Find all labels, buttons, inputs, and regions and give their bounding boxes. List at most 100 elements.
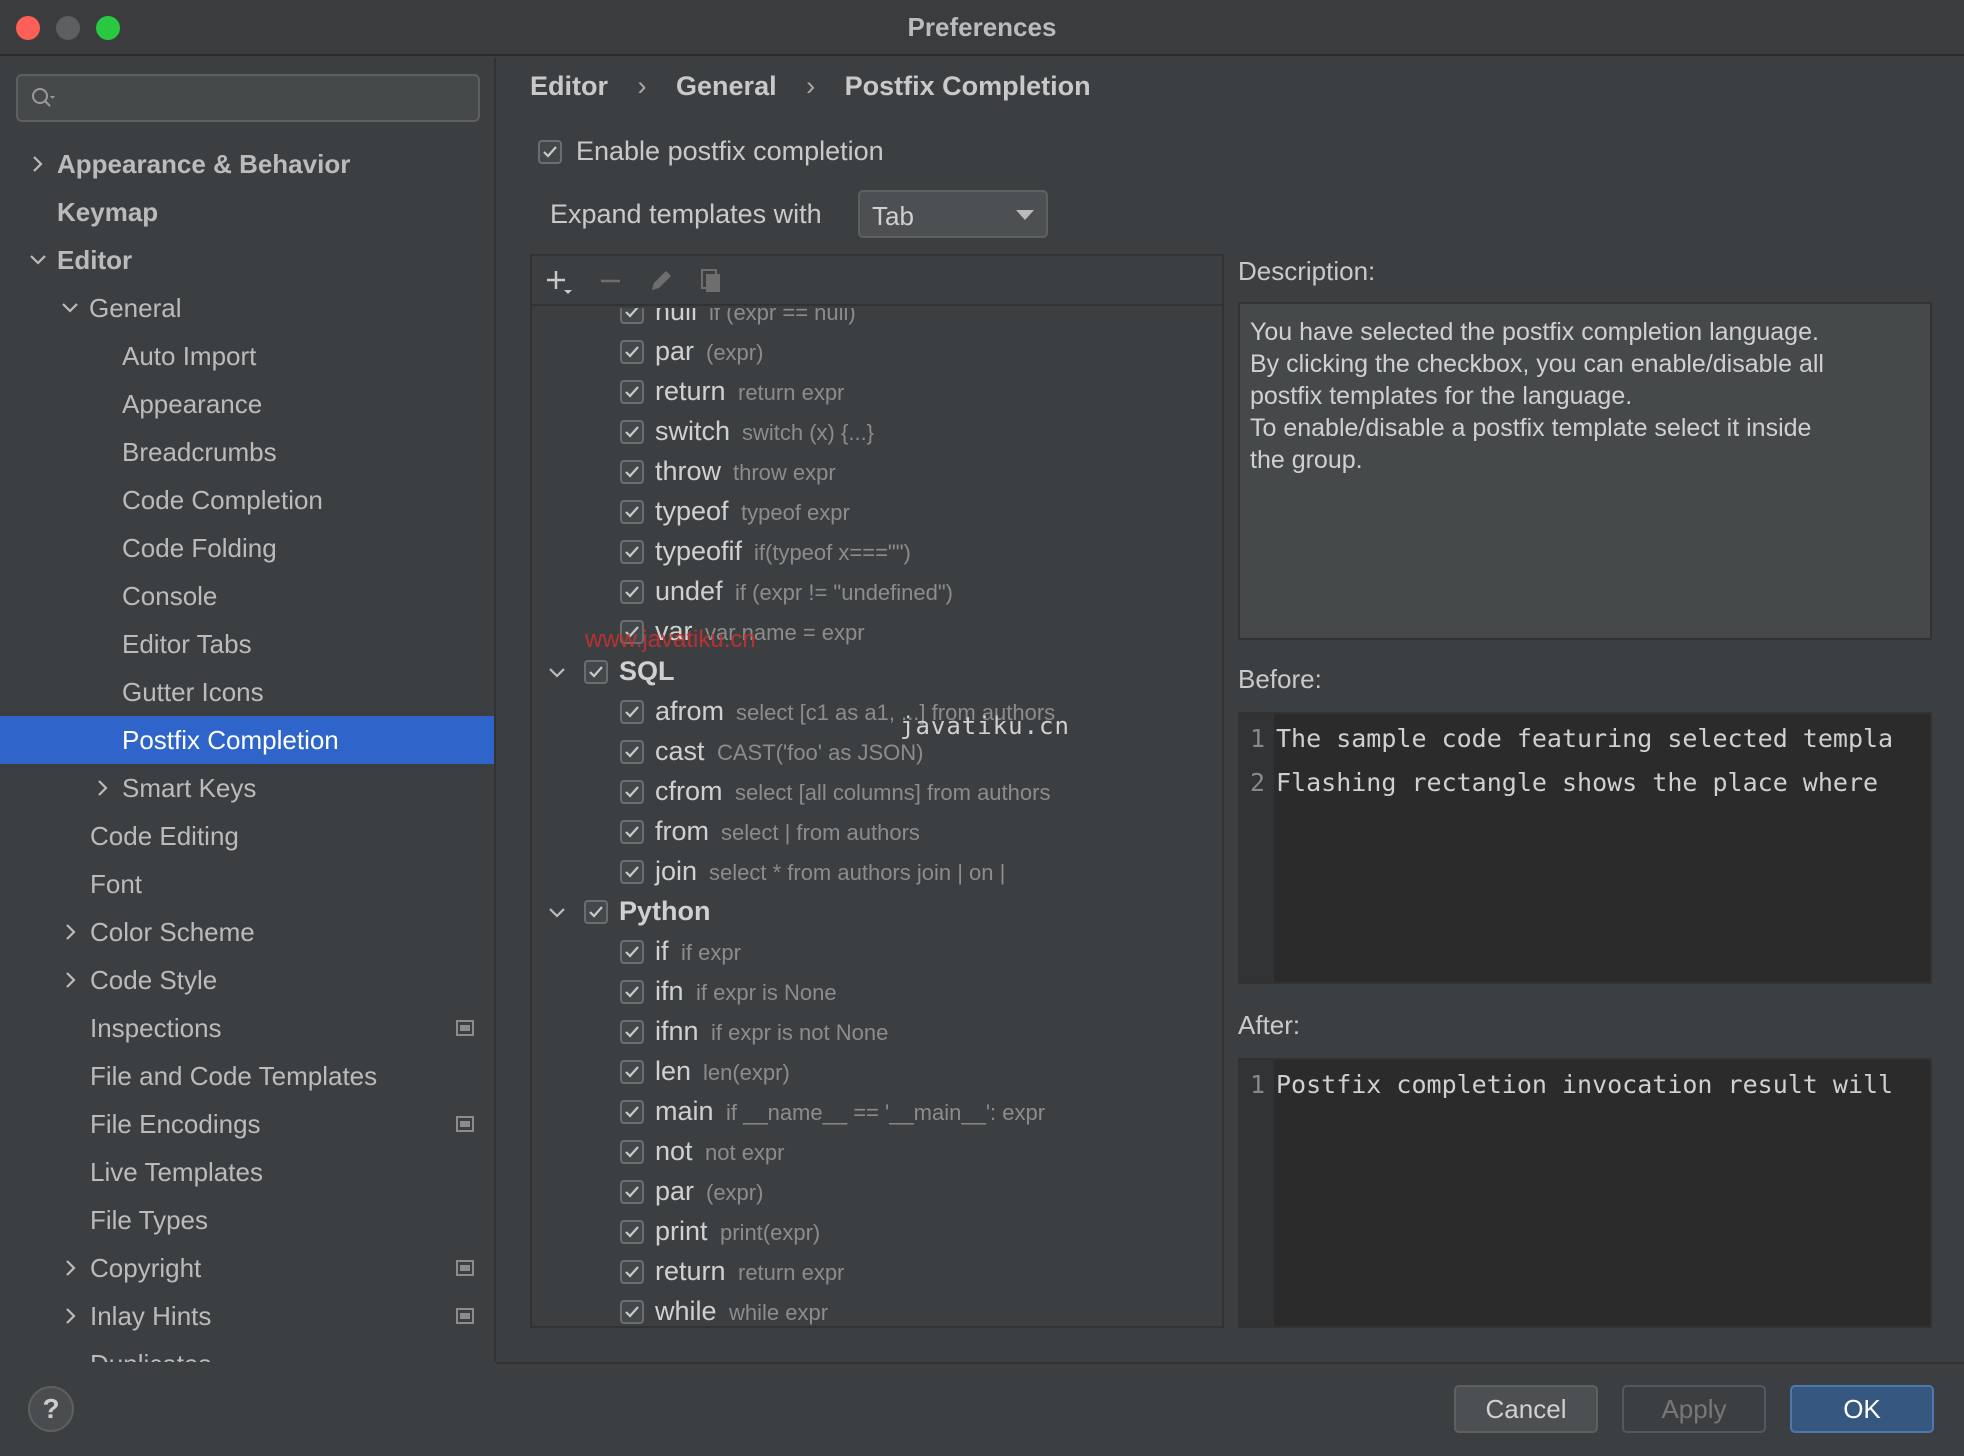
template-checkbox[interactable] [620,420,644,444]
sidebar-item-smart-keys[interactable]: Smart Keys [0,764,494,812]
sidebar-item-gutter-icons[interactable]: Gutter Icons [0,668,494,716]
expand-key-select[interactable]: Tab [858,190,1048,238]
sidebar-item-appearance[interactable]: Appearance [0,380,494,428]
template-checkbox[interactable] [620,700,644,724]
template-row[interactable]: throw throw expr [532,452,1222,492]
sidebar-item-code-completion[interactable]: Code Completion [0,476,494,524]
template-checkbox[interactable] [584,900,608,924]
template-checkbox[interactable] [620,500,644,524]
sidebar-item-editor-tabs[interactable]: Editor Tabs [0,620,494,668]
template-row[interactable]: if if expr [532,932,1222,972]
sidebar-item-appearance-behavior[interactable]: Appearance & Behavior [0,140,494,188]
checkmark-icon [625,746,639,758]
template-name: Python [619,896,711,926]
chevron-down-icon[interactable] [59,297,81,319]
template-checkbox[interactable] [620,1260,644,1284]
template-row[interactable]: switch switch (x) {...} [532,412,1222,452]
sidebar-item-editor[interactable]: Editor [0,236,494,284]
chevron-down-icon[interactable] [546,902,568,924]
template-checkbox[interactable] [620,580,644,604]
template-row[interactable]: par (expr) [532,332,1222,372]
chevron-right-icon[interactable] [60,921,82,943]
sidebar-item-live-templates[interactable]: Live Templates [0,1148,494,1196]
sidebar-item-general[interactable]: General [0,284,494,332]
template-row[interactable]: while while expr [532,1292,1222,1326]
sidebar-item-code-style[interactable]: Code Style [0,956,494,1004]
chevron-right-icon[interactable] [27,153,49,175]
sidebar-item-color-scheme[interactable]: Color Scheme [0,908,494,956]
template-checkbox[interactable] [620,540,644,564]
template-row[interactable]: cfrom select [all columns] from authors [532,772,1222,812]
sidebar-item-file-encodings[interactable]: File Encodings [0,1100,494,1148]
help-button[interactable]: ? [28,1386,74,1432]
template-row[interactable]: par (expr) [532,1172,1222,1212]
sidebar-item-inspections[interactable]: Inspections [0,1004,494,1052]
template-checkbox[interactable] [620,340,644,364]
chevron-right-icon[interactable] [60,969,82,991]
template-group-sql[interactable]: SQL [532,652,1222,692]
sidebar-item-postfix-completion[interactable]: Postfix Completion [0,716,494,764]
template-row[interactable]: afrom select [c1 as a1, ...] from authors [532,692,1222,732]
template-row[interactable]: ifn if expr is None [532,972,1222,1012]
settings-search-input[interactable] [16,74,480,122]
template-row[interactable]: from select | from authors [532,812,1222,852]
template-checkbox[interactable] [620,1300,644,1324]
sidebar-item-copyright[interactable]: Copyright [0,1244,494,1292]
template-checkbox[interactable] [620,380,644,404]
apply-button[interactable]: Apply [1622,1385,1766,1433]
template-row[interactable]: len len(expr) [532,1052,1222,1092]
remove-icon[interactable] [596,266,626,296]
edit-icon[interactable] [646,266,676,296]
sidebar-item-code-folding[interactable]: Code Folding [0,524,494,572]
template-checkbox[interactable] [620,820,644,844]
watermark-text: www.javatiku.cn [585,626,756,653]
template-checkbox[interactable] [620,940,644,964]
cancel-button[interactable]: Cancel [1454,1385,1598,1433]
enable-postfix-checkbox[interactable] [538,140,562,164]
chevron-down-icon[interactable] [27,249,49,271]
sidebar-item-breadcrumbs[interactable]: Breadcrumbs [0,428,494,476]
sidebar-item-duplicates[interactable]: Duplicates [0,1340,494,1362]
template-group-python[interactable]: Python [532,892,1222,932]
sidebar-item-code-editing[interactable]: Code Editing [0,812,494,860]
add-icon[interactable] [544,266,574,296]
template-checkbox[interactable] [620,1100,644,1124]
template-row[interactable]: print print(expr) [532,1212,1222,1252]
template-row[interactable]: undef if (expr != "undefined") [532,572,1222,612]
template-checkbox[interactable] [620,1140,644,1164]
template-checkbox[interactable] [620,308,644,324]
template-checkbox[interactable] [620,740,644,764]
duplicate-icon[interactable] [696,266,726,296]
template-row[interactable]: join select * from authors join | on | [532,852,1222,892]
chevron-right-icon[interactable] [60,1305,82,1327]
sidebar-item-auto-import[interactable]: Auto Import [0,332,494,380]
sidebar-item-file-and-code-templates[interactable]: File and Code Templates [0,1052,494,1100]
ok-button[interactable]: OK [1790,1385,1934,1433]
chevron-right-icon[interactable] [60,1257,82,1279]
chevron-right-icon[interactable] [92,777,114,799]
sidebar-item-inlay-hints[interactable]: Inlay Hints [0,1292,494,1340]
template-row[interactable]: not not expr [532,1132,1222,1172]
template-row[interactable]: null if (expr == null) [532,308,1222,332]
template-checkbox[interactable] [620,460,644,484]
template-checkbox[interactable] [620,980,644,1004]
template-row[interactable]: return return expr [532,1252,1222,1292]
template-checkbox[interactable] [620,1020,644,1044]
template-row[interactable]: ifnn if expr is not None [532,1012,1222,1052]
template-row[interactable]: return return expr [532,372,1222,412]
sidebar-item-font[interactable]: Font [0,860,494,908]
sidebar-item-keymap[interactable]: Keymap [0,188,494,236]
template-row[interactable]: typeofif if(typeof x==="") [532,532,1222,572]
chevron-down-icon[interactable] [546,662,568,684]
template-checkbox[interactable] [620,860,644,884]
template-checkbox[interactable] [620,1180,644,1204]
template-checkbox[interactable] [620,1220,644,1244]
template-row[interactable]: cast CAST('foo' as JSON) [532,732,1222,772]
template-row[interactable]: main if __name__ == '__main__': expr [532,1092,1222,1132]
template-checkbox[interactable] [584,660,608,684]
sidebar-item-file-types[interactable]: File Types [0,1196,494,1244]
template-checkbox[interactable] [620,1060,644,1084]
sidebar-item-console[interactable]: Console [0,572,494,620]
template-checkbox[interactable] [620,780,644,804]
template-row[interactable]: typeof typeof expr [532,492,1222,532]
